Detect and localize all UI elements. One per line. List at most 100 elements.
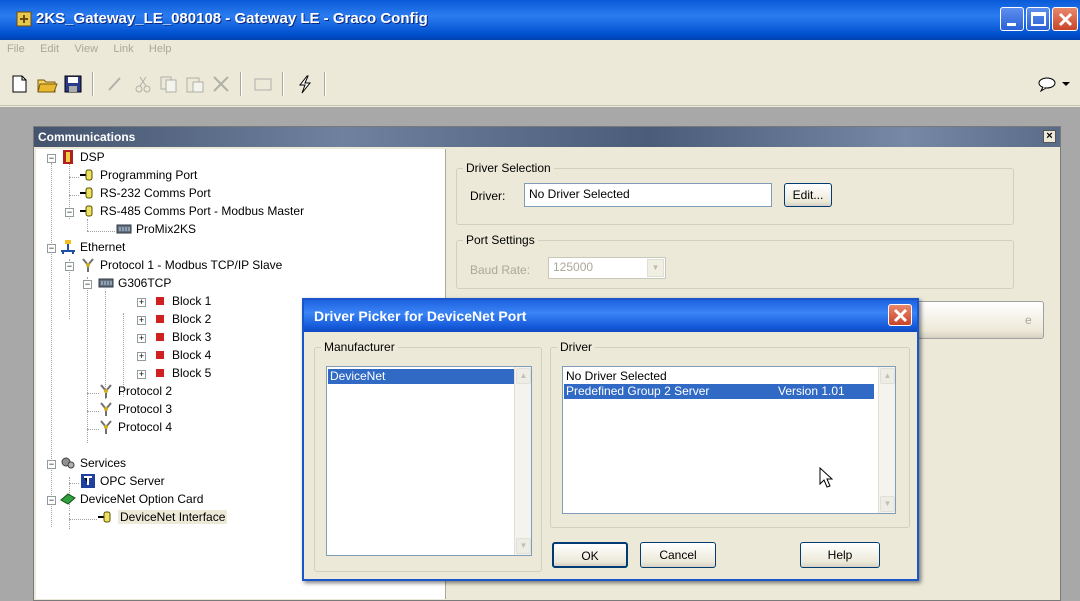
tree-node-block-5[interactable]: Block 5 [152, 366, 211, 384]
scroll-up-icon[interactable]: ▲ [880, 368, 895, 384]
cancel-button[interactable]: Cancel [640, 542, 716, 568]
help-balloon-icon[interactable] [1036, 74, 1072, 94]
tree-line [105, 291, 106, 399]
save-icon[interactable] [62, 74, 84, 94]
expand-toggle[interactable]: + [137, 316, 146, 325]
driver-list[interactable]: No Driver Selected Predefined Group 2 Se… [562, 366, 896, 514]
maximize-button[interactable] [1026, 7, 1050, 31]
copy-icon[interactable] [158, 74, 180, 94]
collapse-toggle[interactable]: − [65, 208, 74, 217]
collapse-toggle[interactable]: − [47, 244, 56, 253]
tree-node-ethernet[interactable]: Ethernet [60, 240, 125, 258]
tree-label: ProMix2KS [136, 222, 197, 236]
protocol-icon [100, 420, 112, 434]
tree-node-protocol-3[interactable]: Protocol 3 [98, 402, 172, 420]
group-title: Manufacturer [324, 340, 395, 354]
expand-toggle[interactable]: + [137, 334, 146, 343]
ethernet-icon [61, 240, 75, 254]
tree-node-block-2[interactable]: Block 2 [152, 312, 211, 330]
scroll-down-icon[interactable]: ▼ [880, 496, 895, 512]
tree-line [51, 163, 52, 527]
scrollbar[interactable]: ▲ ▼ [878, 367, 895, 513]
tree-node-block-4[interactable]: Block 4 [152, 348, 211, 366]
menu-file[interactable]: File [0, 40, 30, 55]
port-settings-group: Port Settings [456, 233, 1014, 289]
open-icon[interactable] [36, 74, 58, 94]
lightning-icon[interactable] [294, 74, 316, 94]
services-icon [61, 457, 75, 469]
ok-button[interactable]: OK [552, 542, 628, 568]
tree-node-block-1[interactable]: Block 1 [152, 294, 211, 312]
scroll-up-icon[interactable]: ▲ [516, 368, 531, 384]
window-icon[interactable] [252, 74, 274, 94]
tree-node-protocol-1[interactable]: Protocol 1 - Modbus TCP/IP Slave [80, 258, 282, 276]
tree-label: G306TCP [118, 276, 172, 290]
tree-node-promix[interactable]: ProMix2KS [116, 222, 196, 240]
port-icon [80, 169, 93, 181]
tree-line [69, 483, 79, 484]
minimize-button[interactable] [1000, 7, 1024, 31]
tree-label: Protocol 3 [118, 402, 173, 416]
collapse-toggle[interactable]: − [47, 460, 56, 469]
cut-icon[interactable] [132, 74, 154, 94]
tree-node-rs232[interactable]: RS-232 Comms Port [80, 186, 211, 204]
list-item[interactable]: DeviceNet [328, 369, 514, 384]
scroll-down-icon[interactable]: ▼ [516, 538, 531, 554]
group-title: Driver [560, 340, 592, 354]
delete-icon[interactable] [210, 74, 232, 94]
tree-node-dsp[interactable]: DSP [60, 150, 105, 168]
tree-node-programming-port[interactable]: Programming Port [80, 168, 197, 186]
driver-name: No Driver Selected [566, 369, 667, 383]
tree-node-rs485[interactable]: RS-485 Comms Port - Modbus Master [80, 204, 304, 222]
menu-view[interactable]: View [67, 40, 103, 55]
tree-node-devicenet-card[interactable]: DeviceNet Option Card [60, 492, 203, 510]
block-icon [156, 369, 164, 377]
expand-toggle[interactable]: + [137, 298, 146, 307]
device-icon [98, 278, 114, 288]
tree-label: DSP [80, 150, 105, 164]
block-icon [156, 351, 164, 359]
list-item[interactable]: Predefined Group 2 Server Version 1.01 [564, 384, 874, 399]
collapse-toggle[interactable]: − [65, 262, 74, 271]
dialog-close-button[interactable] [888, 304, 912, 326]
tree-node-opc-server[interactable]: OPC Server [80, 474, 165, 492]
menu-help[interactable]: Help [142, 40, 177, 55]
expand-toggle[interactable]: + [137, 352, 146, 361]
close-button[interactable] [1052, 7, 1078, 31]
scrollbar[interactable]: ▲ ▼ [514, 367, 531, 555]
device-icon [116, 224, 132, 234]
menu-link[interactable]: Link [106, 40, 138, 55]
port-icon [80, 187, 93, 199]
toolbar-separator [282, 72, 284, 96]
tree-node-block-3[interactable]: Block 3 [152, 330, 211, 348]
panel-title: Communications [38, 130, 136, 144]
edit-driver-button[interactable]: Edit... [784, 183, 832, 207]
collapse-toggle[interactable]: − [47, 496, 56, 505]
chevron-down-icon: ▼ [647, 259, 664, 277]
tree-node-protocol-4[interactable]: Protocol 4 [98, 420, 172, 438]
expand-toggle[interactable]: + [137, 370, 146, 379]
pen-icon[interactable] [104, 74, 126, 94]
manufacturer-list[interactable]: DeviceNet ▲ ▼ [326, 366, 532, 556]
panel-close-button[interactable]: × [1043, 130, 1056, 143]
tree-node-services[interactable]: Services [60, 456, 126, 474]
collapse-toggle[interactable]: − [83, 280, 92, 289]
collapse-toggle[interactable]: − [47, 154, 56, 163]
app-icon [16, 11, 32, 27]
protocol-icon [82, 258, 94, 272]
port-icon [80, 205, 93, 217]
help-button[interactable]: Help [800, 542, 880, 568]
group-title: Driver Selection [466, 161, 551, 175]
new-icon[interactable] [8, 74, 30, 94]
paste-icon[interactable] [184, 74, 206, 94]
baud-rate-select[interactable]: 125000 ▼ [548, 257, 666, 279]
protocol-icon [100, 384, 112, 398]
tree-node-protocol-2[interactable]: Protocol 2 [98, 384, 172, 402]
tree-label: Protocol 1 - Modbus TCP/IP Slave [100, 258, 283, 272]
menu-edit[interactable]: Edit [33, 40, 64, 55]
list-item[interactable]: No Driver Selected [564, 369, 874, 384]
tree-node-devicenet-interface[interactable]: DeviceNet Interface [98, 510, 228, 528]
tree-label: Protocol 2 [118, 384, 173, 398]
driver-field[interactable]: No Driver Selected [524, 183, 772, 207]
tree-node-g306tcp[interactable]: G306TCP [98, 276, 171, 294]
